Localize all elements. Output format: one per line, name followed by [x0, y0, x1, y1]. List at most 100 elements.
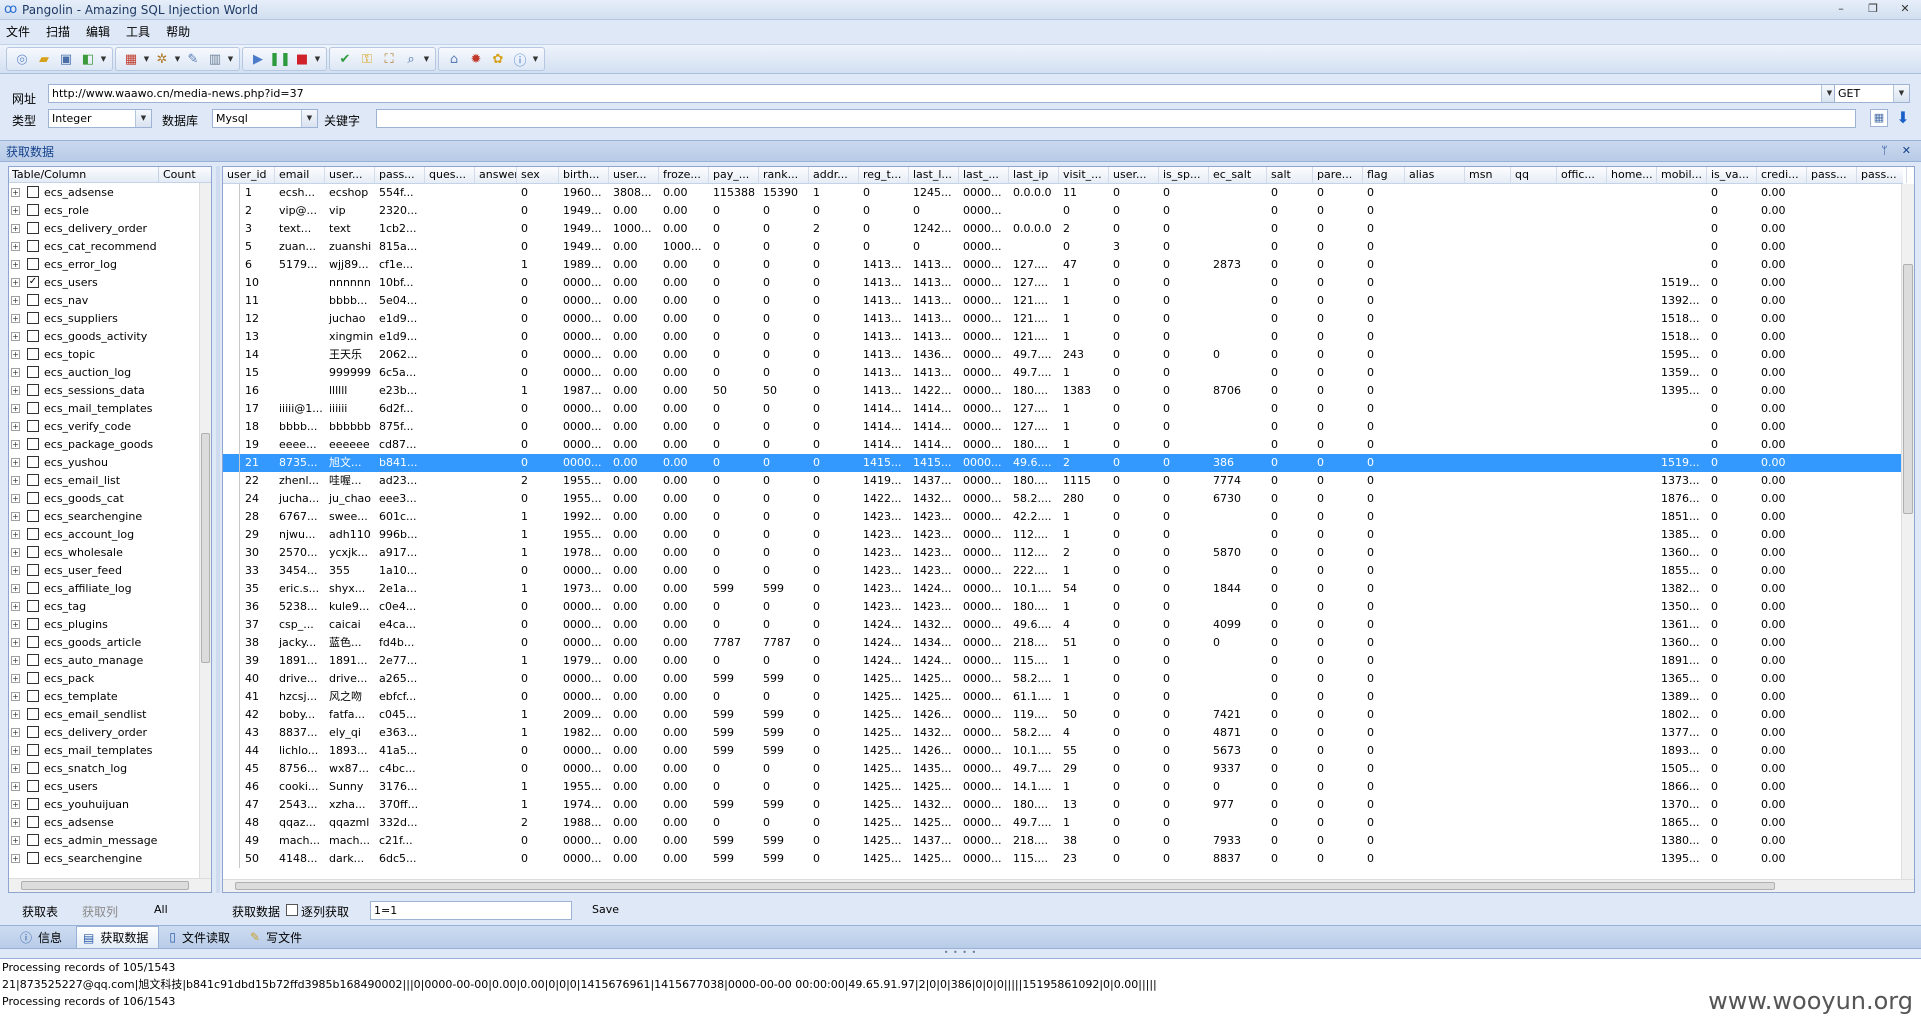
menu-file[interactable]: 文件 [4, 22, 32, 41]
table-row[interactable]: 50 4148... dark... 6dc5... 0 0000... 0.00 0.00 5… [223, 850, 1903, 868]
tree-item[interactable]: + ecs_mail_templates [9, 399, 201, 417]
tree-item-checkbox[interactable] [27, 240, 39, 252]
tree-item[interactable]: + ✓ ecs_users [9, 273, 201, 291]
expand-icon[interactable]: + [11, 565, 20, 575]
table-row[interactable]: 42 boby... fatfa... c045... 1 2009... 0.00 0.00… [223, 706, 1903, 724]
expand-icon[interactable]: + [11, 655, 20, 665]
tree-item[interactable]: + ecs_searchengine [9, 849, 201, 867]
expand-icon[interactable]: + [11, 223, 20, 233]
expand-icon[interactable]: + [11, 313, 20, 323]
tree-item[interactable]: + ecs_goods_activity [9, 327, 201, 345]
database-icon[interactable]: ▥ [205, 49, 225, 69]
chevron-down-icon[interactable]: ▼ [301, 110, 317, 127]
tree-item[interactable]: + ecs_delivery_order [9, 723, 201, 741]
grid-horizontal-scrollbar[interactable] [223, 879, 1914, 892]
tree-item[interactable]: + ecs_cat_recommend [9, 237, 201, 255]
fetch-columns-button[interactable]: 获取列 [82, 903, 118, 920]
column-header[interactable]: is_va... [1707, 167, 1757, 183]
table-row[interactable]: 38 jacky... 蓝色... fd4b... 0 0000... 0.00 0.00 77… [223, 634, 1903, 652]
table-row[interactable]: 14 王天乐 2062... 0 0000... 0.00 0.00 0 0 0 1413... 14… [223, 346, 1903, 364]
tree-item[interactable]: + ecs_role [9, 201, 201, 219]
tree-item[interactable]: + ecs_snatch_log [9, 759, 201, 777]
column-header[interactable]: offic... [1557, 167, 1607, 183]
tree-item-checkbox[interactable] [27, 546, 39, 558]
tree-item[interactable]: + ecs_auto_manage [9, 651, 201, 669]
tree-item-checkbox[interactable] [27, 780, 39, 792]
tree-item-checkbox[interactable] [27, 708, 39, 720]
tree-item-checkbox[interactable] [27, 384, 39, 396]
column-header[interactable]: credi... [1757, 167, 1807, 183]
chevron-down-icon[interactable]: ▼ [226, 55, 235, 63]
tree-item[interactable]: + ecs_template [9, 687, 201, 705]
tree-item-checkbox[interactable] [27, 204, 39, 216]
about-icon[interactable]: ⓘ [510, 49, 530, 69]
tree-item-checkbox[interactable] [27, 618, 39, 630]
tree-item[interactable]: + ecs_suppliers [9, 309, 201, 327]
tree-item[interactable]: + ecs_admin_message [9, 831, 201, 849]
column-header[interactable]: pare... [1313, 167, 1363, 183]
table-row[interactable]: 43 8837... ely_qi e363... 1 1982... 0.00 0.00 59… [223, 724, 1903, 742]
fetch-tables-button[interactable]: 获取表 [22, 903, 58, 920]
table-row[interactable]: 13 xingmin e1d9... 0 0000... 0.00 0.00 0 0 0 1413.… [223, 328, 1903, 346]
tree-item-checkbox[interactable] [27, 564, 39, 576]
table-row[interactable]: 3 text... text 1cb2... 0 1949... 1000... 0.00 0 0… [223, 220, 1903, 238]
tree-item[interactable]: + ecs_mail_templates [9, 741, 201, 759]
stop-icon[interactable]: ■ [292, 49, 312, 69]
new-icon[interactable]: ◎ [12, 49, 32, 69]
grid-vertical-scrollbar[interactable] [1901, 184, 1914, 881]
tree-vertical-scrollbar[interactable] [199, 183, 211, 880]
tree-item-checkbox[interactable] [27, 438, 39, 450]
tree-item-checkbox[interactable] [27, 672, 39, 684]
expand-icon[interactable]: + [11, 529, 20, 539]
column-header[interactable]: pass... [1807, 167, 1857, 183]
plugin-icon[interactable]: ✿ [488, 49, 508, 69]
table-row[interactable]: 49 mach... mach... c21f... 0 0000... 0.00 0.00 5… [223, 832, 1903, 850]
check-icon[interactable]: ✔ [335, 49, 355, 69]
calendar-icon[interactable]: ▦ [1870, 109, 1888, 127]
table-row[interactable]: 24 jucha... ju_chao eee3... 0 1955... 0.00 0.00… [223, 490, 1903, 508]
scroll-thumb[interactable] [21, 881, 189, 890]
column-header[interactable]: home... [1607, 167, 1657, 183]
expand-icon[interactable]: + [11, 817, 20, 827]
tree-item-checkbox[interactable] [27, 456, 39, 468]
scroll-thumb[interactable] [235, 882, 1775, 890]
tree-item-checkbox[interactable] [27, 402, 39, 414]
scroll-thumb[interactable] [1903, 264, 1913, 514]
tree-item-checkbox[interactable] [27, 654, 39, 666]
column-header[interactable]: reg_t... [859, 167, 909, 183]
column-header[interactable]: addr... [809, 167, 859, 183]
chevron-down-icon[interactable]: ▼ [99, 55, 108, 63]
expand-icon[interactable]: + [11, 547, 20, 557]
expand-icon[interactable]: + [11, 763, 20, 773]
column-header[interactable]: ques... [425, 167, 475, 183]
pin-icon[interactable]: ᛘ [1881, 144, 1888, 157]
table-row[interactable]: 6 5179... wjj89... cf1e... 1 1989... 0.00 0.00 0… [223, 256, 1903, 274]
tree-item[interactable]: + ecs_package_goods [9, 435, 201, 453]
chevron-down-icon[interactable]: ▼ [135, 110, 151, 127]
pane-splitter[interactable] [216, 166, 220, 893]
expand-icon[interactable]: + [11, 745, 20, 755]
expand-icon[interactable]: + [11, 583, 20, 593]
column-header[interactable]: sex [517, 167, 559, 183]
expand-icon[interactable]: + [11, 439, 20, 449]
column-header[interactable]: email [275, 167, 325, 183]
close-button[interactable]: ✕ [1897, 1, 1913, 17]
tree-horizontal-scrollbar[interactable] [9, 878, 211, 892]
table-row[interactable]: 22 zhenl... 哇喔... ad23... 2 1955... 0.00 0.00 0 0… [223, 472, 1903, 490]
tree-item[interactable]: + ecs_sessions_data [9, 381, 201, 399]
table-row[interactable]: 29 njwu... adh110 996b... 1 1955... 0.00 0.00 0 0… [223, 526, 1903, 544]
tree-item[interactable]: + ecs_users [9, 777, 201, 795]
tree-item[interactable]: + ecs_pack [9, 669, 201, 687]
tree-item[interactable]: + ecs_youhuijuan [9, 795, 201, 813]
url-input[interactable]: http://www.waawo.cn/media-news.php?id=37… [48, 84, 1838, 103]
expand-icon[interactable]: + [11, 637, 20, 647]
database-select[interactable]: Mysql ▼ [212, 109, 318, 128]
tree-item[interactable]: + ecs_searchengine [9, 507, 201, 525]
table-row[interactable]: 12 juchao e1d9... 0 0000... 0.00 0.00 0 0 0 1413..… [223, 310, 1903, 328]
download-arrow-icon[interactable]: ⬇ [1894, 108, 1912, 128]
column-header[interactable]: answer [475, 167, 517, 183]
chevron-down-icon[interactable]: ▼ [422, 55, 431, 63]
tree-item-checkbox[interactable] [27, 348, 39, 360]
tree-item-checkbox[interactable] [27, 690, 39, 702]
tree-item-checkbox[interactable] [27, 294, 39, 306]
